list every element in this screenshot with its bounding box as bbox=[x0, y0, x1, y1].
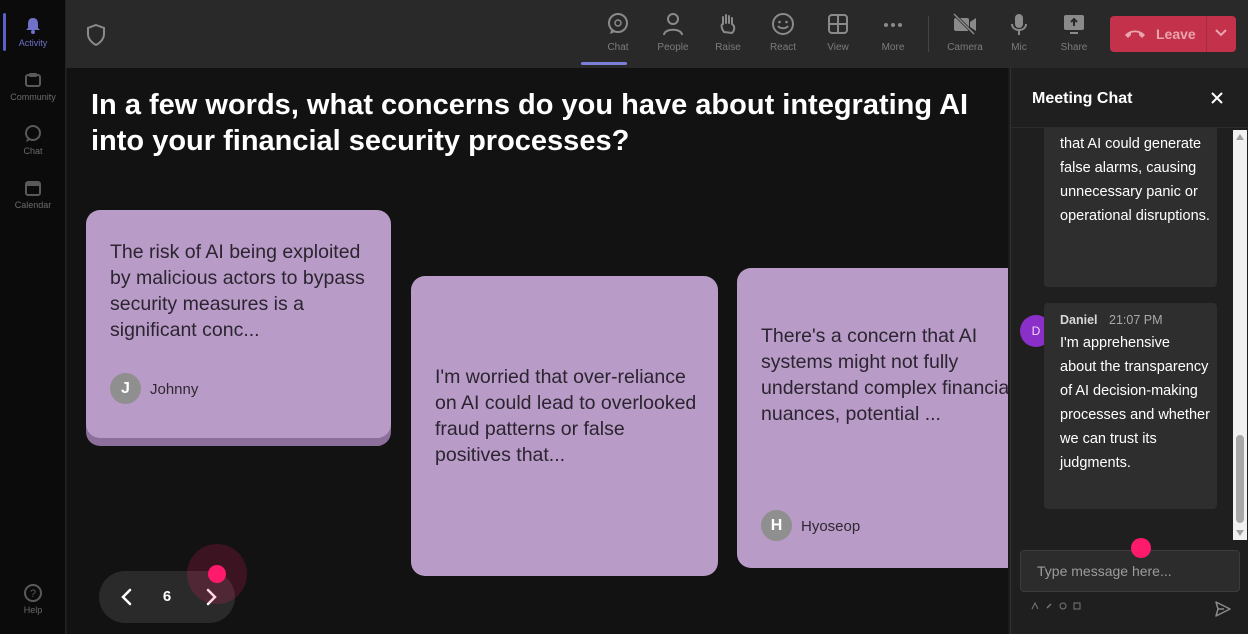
chat-label: Chat bbox=[607, 42, 629, 53]
scroll-thumb[interactable] bbox=[1236, 435, 1244, 523]
cursor-dot bbox=[1131, 538, 1151, 558]
response-text: There's a concern that AI systems might … bbox=[761, 325, 1008, 425]
response-text: The risk of AI being exploited by malici… bbox=[110, 241, 365, 341]
chat-message-input[interactable] bbox=[1020, 550, 1240, 592]
toolbar-divider bbox=[928, 16, 929, 52]
rail-label-chat: Chat bbox=[23, 146, 43, 156]
response-author: Johnny bbox=[150, 381, 199, 398]
chevron-left-icon[interactable] bbox=[113, 583, 141, 611]
chat-title: Meeting Chat bbox=[1032, 90, 1133, 107]
chat-format-tools bbox=[1031, 602, 1081, 610]
rail-item-community[interactable]: Community bbox=[0, 59, 66, 113]
rail-label-community: Community bbox=[10, 92, 56, 102]
phone-hangup-icon bbox=[1125, 30, 1145, 38]
react-label: React bbox=[769, 42, 797, 53]
close-icon[interactable] bbox=[1208, 89, 1226, 107]
presentation-stage: In a few words, what concerns do you hav… bbox=[67, 68, 1008, 634]
rail-label-activity: Activity bbox=[18, 38, 48, 48]
react-button[interactable]: React bbox=[758, 10, 808, 60]
cursor-dot bbox=[208, 565, 226, 583]
format-icon[interactable] bbox=[1031, 602, 1039, 610]
view-button[interactable]: View bbox=[813, 10, 863, 60]
chat-icon bbox=[608, 13, 628, 34]
leave-label: Leave bbox=[1156, 26, 1196, 42]
help-icon: ? bbox=[24, 584, 42, 602]
raise-label: Raise bbox=[715, 42, 741, 53]
people-icon bbox=[663, 13, 683, 36]
more-label: More bbox=[881, 42, 905, 53]
more-dots-icon bbox=[884, 23, 902, 27]
chat-timestamp: 21:07 PM bbox=[1109, 313, 1163, 327]
avatar: H bbox=[761, 510, 792, 541]
rail-item-activity[interactable]: Activity bbox=[0, 5, 66, 59]
meeting-toolbar: Chat People Raise React View More Camera… bbox=[66, 0, 1248, 68]
calendar-icon bbox=[25, 181, 41, 196]
camera-label: Camera bbox=[947, 42, 983, 53]
share-label: Share bbox=[1060, 42, 1088, 53]
people-label: People bbox=[657, 42, 689, 53]
chat-button[interactable]: Chat bbox=[581, 10, 643, 65]
page-number: 6 bbox=[162, 588, 172, 605]
share-button[interactable]: Share bbox=[1049, 10, 1099, 60]
share-screen-icon bbox=[1064, 15, 1084, 34]
chat-header: Meeting Chat bbox=[1011, 68, 1248, 128]
svg-text:?: ? bbox=[30, 588, 36, 600]
bell-icon bbox=[26, 18, 40, 34]
scroll-up-arrow[interactable] bbox=[1236, 134, 1244, 140]
mic-label: Mic bbox=[1011, 42, 1027, 53]
community-icon bbox=[25, 73, 41, 87]
response-card[interactable]: There's a concern that AI systems might … bbox=[737, 268, 1008, 568]
view-label: View bbox=[827, 42, 849, 53]
leave-button[interactable]: Leave bbox=[1110, 16, 1236, 52]
hand-icon bbox=[720, 14, 736, 35]
response-text: I'm worried that over-reliance on AI cou… bbox=[435, 366, 697, 466]
smiley-icon bbox=[772, 13, 794, 35]
question-title: In a few words, what concerns do you hav… bbox=[91, 89, 969, 157]
rail-item-help[interactable]: ? Help bbox=[0, 572, 66, 626]
camera-button[interactable]: Camera bbox=[940, 10, 990, 60]
chat-icon bbox=[25, 125, 41, 142]
chat-scrollbar[interactable] bbox=[1233, 130, 1247, 540]
more-button[interactable]: More bbox=[868, 10, 918, 60]
send-icon[interactable] bbox=[1214, 600, 1232, 618]
gif-icon[interactable] bbox=[1073, 602, 1081, 610]
response-card[interactable]: I'm worried that over-reliance on AI cou… bbox=[411, 276, 718, 576]
chat-message-text: I'm apprehensive about the transparency … bbox=[1060, 335, 1210, 471]
camera-off-icon bbox=[952, 12, 976, 36]
emoji-icon[interactable] bbox=[1059, 602, 1067, 610]
rail-label-calendar: Calendar bbox=[14, 200, 52, 210]
mic-button[interactable]: Mic bbox=[994, 10, 1044, 60]
response-card[interactable]: The risk of AI being exploited by malici… bbox=[86, 210, 391, 438]
shield-icon[interactable] bbox=[86, 24, 106, 46]
raise-hand-button[interactable]: Raise bbox=[703, 10, 753, 60]
chevron-down-icon[interactable] bbox=[1214, 28, 1228, 38]
response-author: Hyoseop bbox=[801, 518, 861, 535]
rail-item-chat[interactable]: Chat bbox=[0, 113, 66, 167]
left-rail: Activity Community Chat Calendar ? Help bbox=[0, 0, 66, 634]
chat-sender-name: Daniel bbox=[1060, 313, 1098, 327]
people-button[interactable]: People bbox=[648, 10, 698, 60]
leave-separator bbox=[1206, 16, 1207, 52]
chat-message: Daniel 21:07 PM I'm apprehensive about t… bbox=[1044, 303, 1217, 509]
mic-icon bbox=[1011, 14, 1027, 35]
meeting-chat-panel: that AI could generate false alarms, cau… bbox=[1010, 68, 1248, 634]
grid-icon bbox=[828, 14, 848, 34]
rail-label-help: Help bbox=[23, 605, 43, 615]
chat-message: that AI could generate false alarms, cau… bbox=[1044, 126, 1217, 287]
avatar: J bbox=[110, 373, 141, 404]
chat-message-text: that AI could generate false alarms, cau… bbox=[1060, 136, 1210, 224]
rail-item-calendar[interactable]: Calendar bbox=[0, 167, 66, 221]
attach-icon[interactable] bbox=[1045, 602, 1053, 610]
scroll-down-arrow[interactable] bbox=[1236, 530, 1244, 536]
